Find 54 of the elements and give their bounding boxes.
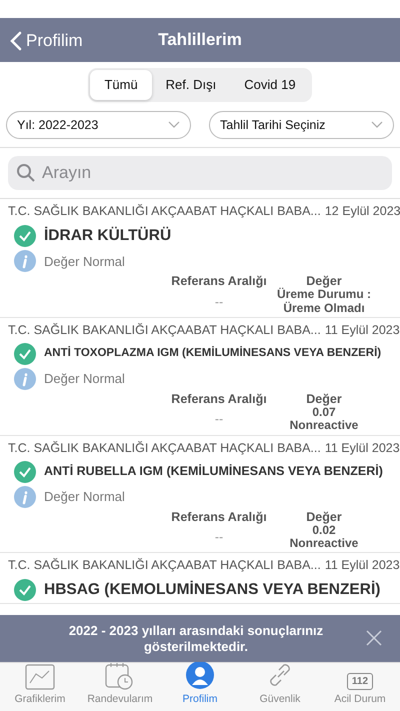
info-icon bbox=[14, 250, 36, 272]
info-icon bbox=[14, 486, 36, 508]
segment-tab[interactable]: Tümü bbox=[90, 70, 152, 100]
back-button[interactable]: Profilim bbox=[8, 26, 85, 56]
number-icon: 112 bbox=[346, 673, 374, 690]
test-name: ANTİ RUBELLA IGM (KEMİLUMİNESANS VEYA BENZERİ) bbox=[44, 463, 383, 480]
chart-icon bbox=[25, 664, 55, 690]
status-text: Değer Normal bbox=[44, 252, 125, 271]
tab-bar-item[interactable]: Profilim bbox=[160, 663, 240, 711]
column-label: Referans Aralığı bbox=[170, 274, 268, 288]
back-icon bbox=[10, 30, 22, 51]
dropdown[interactable]: Tahlil Tarihi Seçiniz bbox=[209, 110, 394, 140]
close-icon bbox=[366, 630, 382, 646]
result-date: 11 Eylül 2023 bbox=[324, 322, 400, 340]
column-label: Değer bbox=[306, 274, 343, 288]
column-label: Referans Aralığı bbox=[170, 392, 268, 406]
check-icon bbox=[14, 342, 36, 365]
lab-name: T.C. SAĞLIK BAKANLIĞI AKÇAABAT HAÇKALI BABA... bbox=[8, 440, 321, 457]
result-value: 0.02 Nonreactive bbox=[288, 524, 360, 550]
result-date: 11 Eylül 2023 bbox=[324, 440, 400, 457]
column-label: Referans Aralığı bbox=[170, 510, 268, 524]
result-date: 11 Eylül 2023 bbox=[324, 557, 400, 574]
lab-name: T.C. SAĞLIK BAKANLIĞI AKÇAABAT HAÇKALI BABA... bbox=[8, 322, 321, 340]
result-value: 0.07 Nonreactive bbox=[288, 406, 360, 433]
segment-tab[interactable]: Ref. Dışı bbox=[152, 70, 230, 100]
chevron-icon bbox=[168, 120, 180, 129]
test-name: ANTİ TOXOPLAZMA IGM (KEMİLUMİNESANS VEYA BENZERİ) bbox=[44, 345, 382, 362]
search-field[interactable]: Arayın bbox=[8, 156, 392, 190]
lab-name: T.C. SAĞLIK BAKANLIĞI AKÇAABAT HAÇKALI BABA... bbox=[8, 203, 321, 220]
segment-tab[interactable]: Covid 19 bbox=[230, 70, 310, 100]
status-text: Değer Normal bbox=[44, 370, 125, 388]
tab-bar-item[interactable]: Randevularım bbox=[80, 663, 160, 711]
lab-name: T.C. SAĞLIK BAKANLIĞI AKÇAABAT HAÇKALI BABA... bbox=[8, 557, 321, 574]
info-icon bbox=[14, 368, 36, 390]
test-name: İDRAR KÜLTÜRÜ bbox=[44, 226, 172, 246]
tab-bar-item[interactable]: 112 Acil Durum bbox=[320, 663, 400, 711]
result-date: 12 Eylül 2023 bbox=[324, 203, 400, 220]
reference-value: -- bbox=[214, 412, 224, 426]
reference-value: -- bbox=[214, 294, 224, 309]
dropdown[interactable]: Yıl: 2022-2023 bbox=[6, 110, 191, 140]
status-text: Değer Normal bbox=[44, 488, 125, 506]
test-name: HBSAG (KEMOLUMİNESANS VEYA BENZERİ) bbox=[44, 580, 380, 600]
check-icon bbox=[14, 460, 36, 482]
chevron-icon bbox=[371, 120, 383, 129]
result-value: Üreme Durumu : Üreme Olmadı bbox=[276, 288, 372, 316]
column-label: Değer bbox=[305, 510, 343, 524]
reference-value: -- bbox=[214, 530, 224, 544]
column-label: Değer bbox=[305, 392, 343, 406]
check-icon bbox=[14, 224, 36, 247]
page-title: Tahlillerim bbox=[158, 29, 242, 52]
check-icon bbox=[14, 578, 36, 601]
tab-bar-item[interactable]: Güvenlik bbox=[240, 663, 320, 711]
toast-message: 2022 - 2023 yılları arasındaki sonuçlarınız gösterilmektedir. bbox=[68, 622, 324, 654]
tab-bar-item[interactable]: Grafiklerim bbox=[0, 663, 80, 711]
